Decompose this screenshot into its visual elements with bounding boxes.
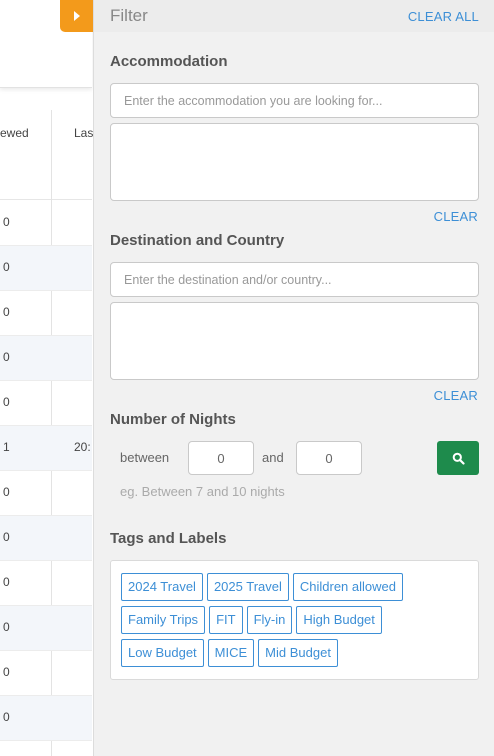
table-row[interactable]: 0 bbox=[0, 201, 92, 246]
tag-fit[interactable]: FIT bbox=[209, 606, 243, 634]
filter-header: Filter CLEAR ALL bbox=[94, 0, 494, 32]
tag-low-budget[interactable]: Low Budget bbox=[121, 639, 204, 667]
tag-2024-travel[interactable]: 2024 Travel bbox=[121, 573, 203, 601]
table-row[interactable]: 0 bbox=[0, 696, 92, 741]
table-row[interactable]: 0 bbox=[0, 381, 92, 426]
tag-family-trips[interactable]: Family Trips bbox=[121, 606, 206, 634]
table-row[interactable]: 0 bbox=[0, 291, 92, 336]
table-row[interactable]: 1 20: bbox=[0, 426, 92, 471]
nights-hint: eg. Between 7 and 10 nights bbox=[120, 484, 285, 499]
tag-children-allowed[interactable]: Children allowed bbox=[292, 573, 403, 601]
tags-container: 2024 Travel 2025 Travel Children allowed… bbox=[110, 560, 479, 680]
column-header-last[interactable]: Las bbox=[74, 126, 93, 140]
cell-value: 1 bbox=[3, 440, 10, 454]
destination-selection-box[interactable] bbox=[110, 302, 479, 380]
table-row[interactable]: 0 bbox=[0, 741, 92, 756]
cell-value: 0 bbox=[3, 395, 10, 409]
tag-high-budget[interactable]: High Budget bbox=[296, 606, 382, 634]
background-table: ewed Las 0 0 0 0 0 1 20: 0 0 0 0 0 0 0 bbox=[0, 0, 93, 756]
cell-value: 0 bbox=[3, 575, 10, 589]
table-header: ewed Las bbox=[0, 110, 93, 200]
table-row[interactable]: 0 bbox=[0, 606, 92, 651]
tag-mid-budget[interactable]: Mid Budget bbox=[258, 639, 338, 667]
cell-extra: 20: bbox=[74, 440, 91, 454]
tag-mice[interactable]: MICE bbox=[207, 639, 255, 667]
tag-fly-in[interactable]: Fly-in bbox=[246, 606, 293, 634]
cell-value: 0 bbox=[3, 350, 10, 364]
accommodation-search-input[interactable] bbox=[110, 83, 479, 118]
collapse-filter-button[interactable] bbox=[60, 0, 93, 32]
cell-value: 0 bbox=[3, 665, 10, 679]
column-header-viewed[interactable]: ewed bbox=[0, 126, 29, 140]
destination-clear-button[interactable]: CLEAR bbox=[434, 388, 478, 403]
nights-min-input[interactable] bbox=[188, 441, 254, 475]
destination-label: Destination and Country bbox=[110, 232, 285, 249]
between-label: between bbox=[120, 450, 170, 465]
search-icon bbox=[452, 452, 465, 465]
filter-panel: Filter CLEAR ALL Accommodation CLEAR Des… bbox=[93, 0, 494, 756]
table-row[interactable]: 0 bbox=[0, 651, 92, 696]
cell-value: 0 bbox=[3, 260, 10, 274]
accommodation-clear-button[interactable]: CLEAR bbox=[434, 209, 478, 224]
table-row[interactable]: 0 bbox=[0, 471, 92, 516]
nights-range: between and bbox=[110, 441, 479, 475]
tag-2025-travel[interactable]: 2025 Travel bbox=[206, 573, 289, 601]
filter-title: Filter bbox=[110, 6, 148, 25]
tags-label: Tags and Labels bbox=[110, 530, 227, 547]
destination-search-input[interactable] bbox=[110, 262, 479, 297]
accommodation-label: Accommodation bbox=[110, 53, 228, 70]
nights-max-input[interactable] bbox=[296, 441, 362, 475]
accommodation-selection-box[interactable] bbox=[110, 123, 479, 201]
cell-value: 0 bbox=[3, 620, 10, 634]
and-label: and bbox=[262, 450, 284, 465]
cell-value: 0 bbox=[3, 305, 10, 319]
cell-value: 0 bbox=[3, 710, 10, 724]
cell-value: 0 bbox=[3, 215, 10, 229]
table-row[interactable]: 0 bbox=[0, 336, 92, 381]
cell-value: 0 bbox=[3, 485, 10, 499]
table-row[interactable]: 0 bbox=[0, 246, 92, 291]
table-row[interactable]: 0 bbox=[0, 561, 92, 606]
clear-all-button[interactable]: CLEAR ALL bbox=[408, 9, 479, 24]
search-button[interactable] bbox=[437, 441, 479, 475]
cell-value: 0 bbox=[3, 530, 10, 544]
chevron-right-icon bbox=[73, 11, 80, 21]
table-row[interactable]: 0 bbox=[0, 516, 92, 561]
nights-label: Number of Nights bbox=[110, 411, 236, 428]
